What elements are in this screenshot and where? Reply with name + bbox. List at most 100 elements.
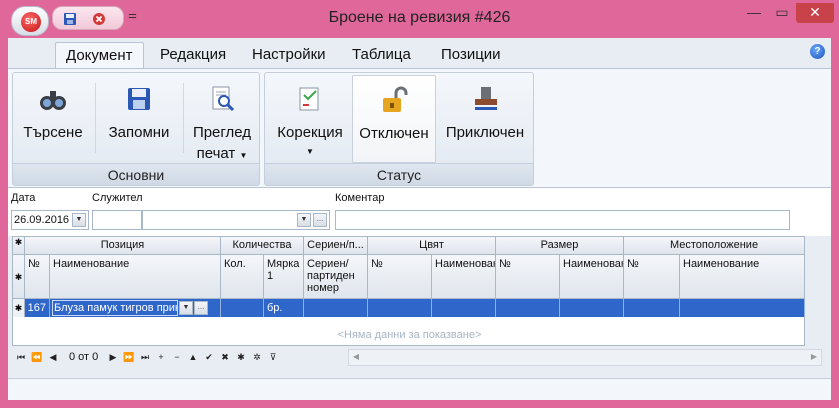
employee-name-field[interactable]: ▼ … (142, 210, 330, 230)
col-header-color-no[interactable]: № (368, 255, 432, 299)
ribbon-separator (95, 83, 96, 153)
row-name-editor[interactable]: Блуза памук тигров принт ▼ … (50, 299, 221, 317)
print-preview-button[interactable]: Преглед печат ▼ (187, 75, 257, 163)
chevron-down-icon: ▼ (239, 151, 248, 160)
tab-edit[interactable]: Редакция (150, 42, 236, 68)
grid-corner-icon[interactable]: ✱ (13, 237, 25, 255)
client-area: Документ Редакция Настройки Таблица Пози… (8, 38, 831, 378)
table-row[interactable]: 167 Блуза памук тигров принт ▼ … бр. (25, 299, 805, 317)
empty-grid-message: <Няма данни за показване> (337, 329, 482, 341)
cancel-edit-icon[interactable]: ✖ (218, 350, 232, 364)
previous-page-icon[interactable]: ⏪ (30, 350, 44, 364)
stamp-icon (475, 87, 497, 110)
append-record-icon[interactable]: + (154, 350, 168, 364)
group-header-color: Цвят (368, 237, 496, 255)
next-page-icon[interactable]: ⏩ (122, 350, 136, 364)
horizontal-scrollbar[interactable]: ◀ ▶ (348, 349, 822, 366)
employee-label: Служител (92, 192, 143, 204)
unlocked-padlock-icon (383, 86, 408, 112)
finished-button-label: Приключен (445, 124, 525, 141)
col-header-no[interactable]: № (25, 255, 50, 299)
col-header-size-no[interactable]: № (496, 255, 560, 299)
scroll-right-icon[interactable]: ▶ (809, 352, 819, 363)
row-color-name[interactable] (432, 299, 496, 317)
employee-code-field[interactable] (92, 210, 142, 230)
tab-positions[interactable]: Позиции (431, 42, 511, 68)
search-button-label: Търсене (23, 124, 83, 141)
finished-button[interactable]: Приключен (441, 75, 529, 163)
correction-button[interactable]: Корекция ▼ (271, 75, 349, 163)
employee-lookup-button[interactable]: … (313, 213, 327, 227)
row-name-lookup-button[interactable]: … (194, 301, 208, 315)
comment-label: Коментар (335, 192, 385, 204)
floppy-disk-icon (128, 88, 150, 110)
row-qty[interactable] (221, 299, 264, 317)
date-label: Дата (11, 192, 36, 204)
ribbon-tabs: Документ Редакция Настройки Таблица Пози… (8, 38, 831, 68)
save-ribbon-button-label: Запомни (108, 124, 170, 141)
search-button[interactable]: Търсене (17, 75, 89, 163)
close-button[interactable]: ✕ (796, 3, 834, 23)
ribbon-group-status-label: Статус (265, 163, 533, 185)
col-header-color-name[interactable]: Наименование (432, 255, 496, 299)
date-value: 26.09.2016 (14, 214, 70, 226)
first-page-icon[interactable]: ⏮ (14, 350, 28, 364)
row-location-name[interactable] (680, 299, 805, 317)
row-size-no[interactable] (496, 299, 560, 317)
employee-dropdown-button[interactable]: ▼ (297, 213, 311, 227)
row-size-name[interactable] (560, 299, 624, 317)
tab-settings[interactable]: Настройки (242, 42, 336, 68)
maximize-button[interactable]: ▭ (769, 3, 795, 23)
date-field[interactable]: 26.09.2016 ▼ (11, 210, 89, 230)
edit-record-icon[interactable]: ▲ (186, 350, 200, 364)
col-header-name[interactable]: Наименование (50, 255, 221, 299)
group-header-position: Позиция (25, 237, 221, 255)
row-name-value[interactable]: Блуза памук тигров принт (52, 300, 178, 316)
row-name-dropdown-button[interactable]: ▼ (179, 301, 193, 315)
print-preview-label-2-text: печат (196, 145, 236, 162)
comment-field[interactable] (335, 210, 790, 230)
delete-record-icon[interactable]: − (170, 350, 184, 364)
positions-grid: ✱ Позиция Количества Сериен/п... Цвят Ра… (12, 236, 805, 346)
col-header-qty[interactable]: Кол. (221, 255, 264, 299)
row-no[interactable]: 167 (25, 299, 50, 317)
date-dropdown-button[interactable]: ▼ (72, 213, 86, 227)
help-icon[interactable]: ? (810, 44, 825, 59)
correction-button-label: Корекция (277, 124, 343, 141)
col-header-serial[interactable]: Сериен/партиден номер (304, 255, 368, 299)
save-bookmark-icon[interactable]: ✲ (250, 350, 264, 364)
last-page-icon[interactable]: ⏭ (138, 350, 152, 364)
row-location-no[interactable] (624, 299, 680, 317)
row-color-no[interactable] (368, 299, 432, 317)
ribbon-separator (183, 83, 184, 153)
app-window: SM ⚌ Броене на ревизия #426 — ▭ ✕ Докуме… (0, 0, 839, 408)
col-header-location-no[interactable]: № (624, 255, 680, 299)
title-bar: SM ⚌ Броене на ревизия #426 — ▭ ✕ (0, 0, 839, 38)
row-unit[interactable]: бр. (264, 299, 304, 317)
col-header-unit[interactable]: Мярка 1 (264, 255, 304, 299)
unlocked-button-label: Отключен (359, 125, 429, 142)
previous-record-icon[interactable]: ◀ (46, 350, 60, 364)
save-ribbon-button[interactable]: Запомни (99, 75, 179, 163)
correction-icon (299, 87, 319, 111)
filter-icon[interactable]: ⊽ (266, 350, 280, 364)
ribbon-group-main: Търсене Запомни Преглед печат ▼ Основни (12, 72, 260, 186)
minimize-button[interactable]: — (741, 3, 767, 23)
tab-table[interactable]: Таблица (342, 42, 421, 68)
col-header-size-name[interactable]: Наименование (560, 255, 624, 299)
group-header-size: Размер (496, 237, 624, 255)
post-edit-icon[interactable]: ✔ (202, 350, 216, 364)
record-position: 0 от 0 (69, 351, 99, 363)
col-header-location-name[interactable]: Наименование (680, 255, 805, 299)
unlocked-button[interactable]: Отключен (352, 75, 436, 163)
refresh-icon[interactable]: ✱ (234, 350, 248, 364)
next-record-icon[interactable]: ▶ (106, 350, 120, 364)
tab-document[interactable]: Документ (55, 42, 144, 68)
row-serial[interactable] (304, 299, 368, 317)
scroll-left-icon[interactable]: ◀ (351, 352, 361, 363)
ribbon: Търсене Запомни Преглед печат ▼ Основни … (8, 68, 831, 188)
row-header-icon: ✱ (13, 255, 25, 299)
window-title: Броене на ревизия #426 (328, 9, 511, 26)
ribbon-group-main-label: Основни (13, 163, 259, 185)
document-header-form: Дата 26.09.2016 ▼ Служител ▼ … Коментар (8, 188, 831, 236)
